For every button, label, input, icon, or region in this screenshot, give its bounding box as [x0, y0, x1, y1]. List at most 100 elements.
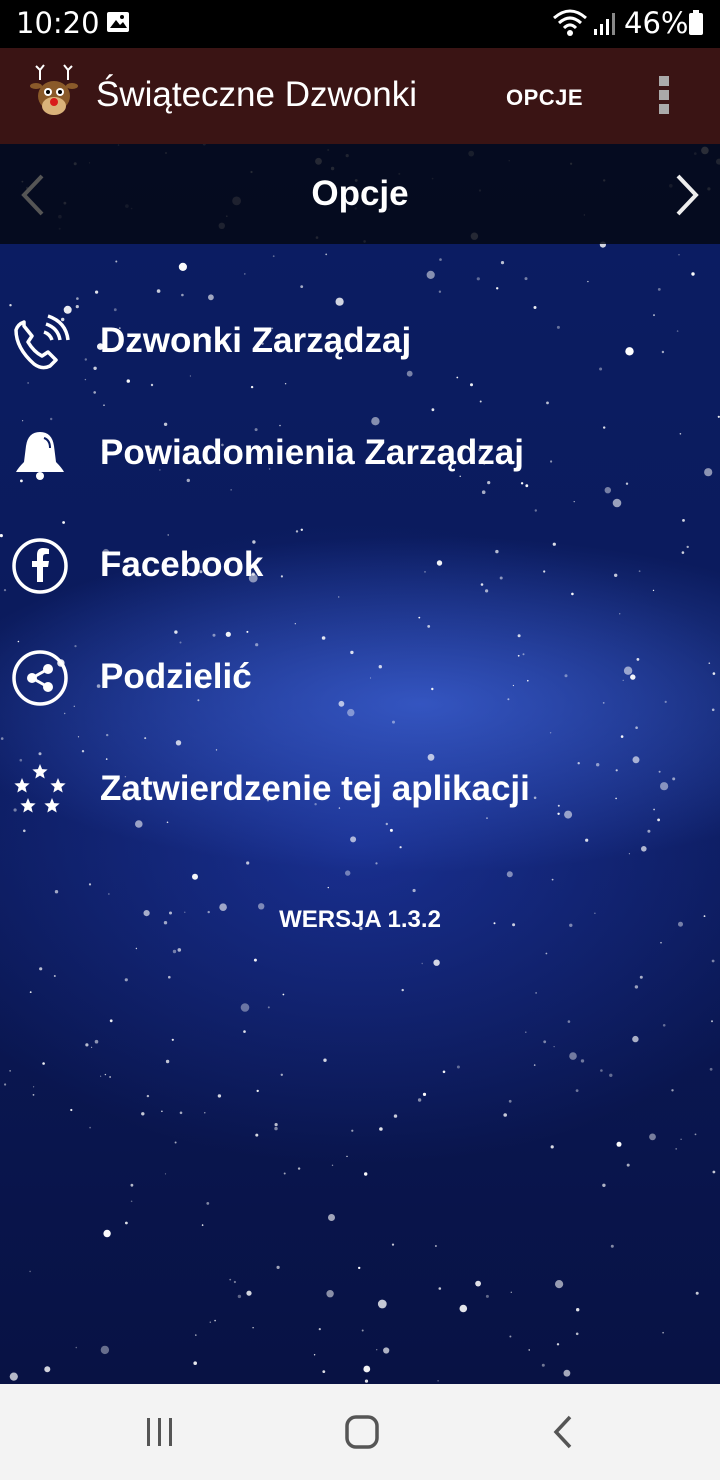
star [243, 1030, 246, 1033]
star [240, 1003, 250, 1012]
battery-percent: 46% [624, 6, 689, 40]
star [393, 1114, 398, 1118]
star [691, 272, 695, 276]
home-icon[interactable] [342, 1412, 382, 1452]
star [364, 1379, 369, 1383]
star [325, 253, 328, 256]
star [282, 993, 285, 996]
star [383, 1347, 390, 1354]
star [475, 1280, 481, 1287]
star [156, 289, 161, 293]
star [709, 1067, 713, 1071]
star [575, 1089, 579, 1092]
star [433, 959, 440, 966]
star [217, 1094, 222, 1098]
star [391, 1243, 395, 1246]
star [438, 1287, 442, 1290]
menu-item-share[interactable]: Podzielić [0, 633, 720, 723]
star [70, 1108, 73, 1112]
star [662, 1331, 664, 1334]
star [438, 290, 442, 293]
star [680, 1138, 682, 1140]
star [192, 873, 198, 880]
options-button[interactable]: OPCJE [506, 85, 583, 111]
star [712, 1170, 716, 1174]
star [364, 1172, 368, 1176]
star [459, 1304, 468, 1313]
phone-ringing-icon [14, 314, 70, 370]
star [678, 254, 680, 256]
star [626, 1163, 630, 1167]
star [267, 1006, 270, 1009]
star [54, 890, 59, 894]
star [274, 1123, 278, 1127]
star [573, 501, 575, 503]
star [694, 1133, 697, 1136]
star [711, 959, 715, 963]
star [535, 992, 537, 994]
star [88, 883, 92, 886]
star [115, 260, 118, 263]
star [246, 1290, 252, 1296]
back-icon[interactable] [544, 1412, 584, 1452]
menu-item-label: Zatwierdzenie tej aplikacji [100, 769, 530, 808]
star [206, 1202, 210, 1205]
star [609, 1073, 613, 1077]
star [439, 258, 442, 261]
star [534, 509, 537, 512]
star [422, 1092, 427, 1096]
star [508, 1099, 512, 1103]
recent-apps-icon[interactable] [140, 1412, 180, 1452]
star [178, 262, 187, 271]
star [161, 1110, 163, 1113]
star [326, 1290, 334, 1298]
star [379, 1127, 383, 1131]
star [94, 1039, 99, 1044]
star [103, 1229, 111, 1238]
star [229, 1278, 232, 1281]
star [421, 962, 423, 965]
page-header: Opcje [0, 144, 720, 244]
star [89, 1126, 91, 1129]
star [375, 862, 378, 865]
star [456, 1065, 460, 1069]
menu-item-ringtones[interactable]: Dzwonki Zarządzaj [0, 297, 720, 387]
star [32, 1094, 35, 1096]
star [108, 893, 110, 895]
star [130, 1183, 134, 1187]
star [503, 1113, 508, 1117]
star [0, 737, 4, 740]
star [146, 1094, 150, 1098]
status-time: 10:20 [16, 6, 100, 40]
star [204, 1112, 206, 1114]
star [550, 1145, 554, 1149]
star [628, 853, 631, 855]
star [641, 846, 647, 852]
chevron-right-icon[interactable] [672, 174, 702, 216]
star [135, 947, 138, 950]
star [256, 1089, 259, 1093]
star [427, 625, 431, 628]
star [276, 1265, 280, 1269]
menu-item-facebook[interactable]: Facebook [0, 521, 720, 611]
star [399, 846, 402, 849]
star [587, 280, 589, 283]
star [545, 952, 548, 955]
star [417, 1098, 422, 1102]
star [294, 623, 296, 625]
star [85, 1043, 89, 1047]
star [33, 1086, 35, 1088]
bell-icon [16, 432, 64, 480]
star [620, 735, 624, 738]
star [91, 1046, 93, 1048]
menu-item-notifications[interactable]: Powiadomienia Zarządzaj [0, 409, 720, 499]
star [171, 1038, 174, 1041]
star [363, 1365, 371, 1373]
more-options-icon[interactable] [652, 72, 676, 120]
star [509, 1335, 512, 1338]
star [555, 1280, 564, 1289]
star [657, 288, 661, 291]
menu-item-rate-app[interactable]: Zatwierdzenie tej aplikacji [0, 745, 720, 835]
star [244, 273, 246, 275]
star-shape [44, 798, 60, 813]
